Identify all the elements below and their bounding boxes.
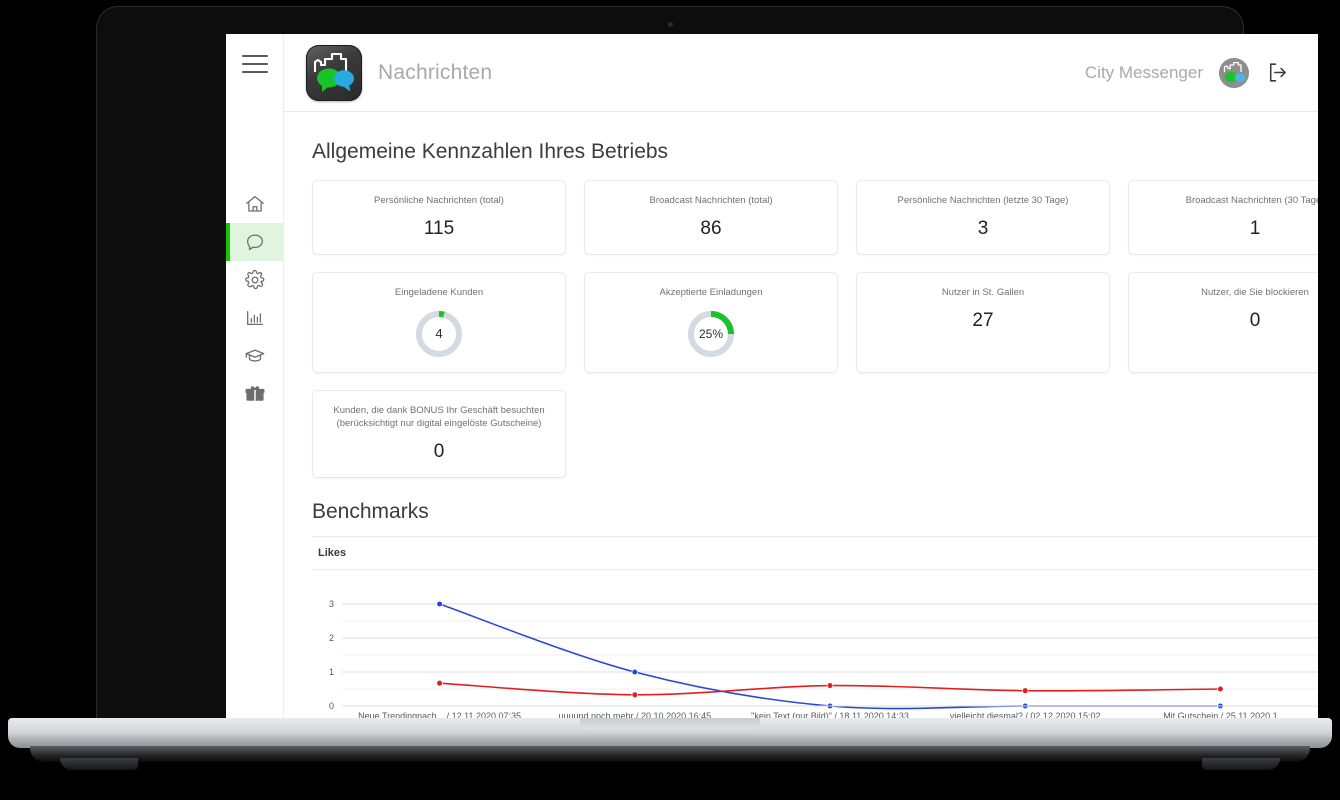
logout-icon[interactable] bbox=[1265, 60, 1290, 85]
kpi-label: Broadcast Nachrichten (30 Tage) bbox=[1185, 195, 1318, 206]
kpi-value: 0 bbox=[1249, 309, 1261, 331]
webcam-dot bbox=[667, 22, 673, 27]
kpi-card: Persönliche Nachrichten (letzte 30 Tage)… bbox=[856, 180, 1110, 255]
kpi-card-donut: Eingeladene Kunden 4 bbox=[312, 271, 566, 373]
laptop-base bbox=[8, 718, 1332, 748]
sidebar-item-home[interactable] bbox=[226, 185, 283, 223]
sidebar-nav bbox=[226, 185, 283, 413]
chart-data-point bbox=[436, 680, 443, 687]
y-tick-label: 3 bbox=[329, 599, 334, 609]
main-area: Nachrichten City Messenger Allgemeine Ke… bbox=[284, 34, 1318, 724]
user-avatar[interactable] bbox=[1219, 57, 1249, 88]
topbar: Nachrichten City Messenger bbox=[284, 34, 1318, 112]
kpi-card: Persönliche Nachrichten (total) 115 bbox=[312, 180, 566, 255]
donut-chart-invited: 4 bbox=[413, 308, 465, 360]
chat-bubble-icon bbox=[244, 231, 266, 253]
laptop-foot-left bbox=[60, 758, 138, 770]
kpi-card: Nutzer in St. Gallen 27 bbox=[856, 271, 1110, 373]
kpi-label: Kunden, die dank BONUS Ihr Geschäft besu… bbox=[333, 404, 545, 430]
graduation-cap-icon bbox=[244, 345, 266, 367]
kpi-value: 86 bbox=[700, 217, 722, 239]
y-tick-label: 0 bbox=[329, 701, 334, 711]
benchmarks-title: Benchmarks bbox=[312, 500, 429, 524]
sidebar-item-bonus[interactable] bbox=[226, 375, 283, 413]
brand: Nachrichten bbox=[306, 44, 493, 101]
kpi-label: Akzeptierte Einladungen bbox=[659, 286, 763, 298]
kpi-value: 27 bbox=[972, 309, 994, 331]
donut-value: 4 bbox=[435, 326, 443, 342]
kpi-label: Broadcast Nachrichten (total) bbox=[649, 195, 773, 206]
laptop-base-notch bbox=[580, 718, 760, 730]
kpi-card: Broadcast Nachrichten (30 Tage) 1 bbox=[1128, 180, 1318, 255]
sidebar-item-education[interactable] bbox=[226, 337, 283, 375]
donut-value: 25% bbox=[698, 326, 724, 341]
kpi-row-1: Persönliche Nachrichten (total) 115 Broa… bbox=[312, 180, 1318, 255]
kpi-label: Nutzer in St. Gallen bbox=[941, 286, 1025, 298]
benchmarks-table-header: Likes bbox=[312, 536, 1318, 571]
kpi-label: Persönliche Nachrichten (total) bbox=[374, 195, 504, 206]
chart-data-point bbox=[631, 691, 639, 699]
page-title: Nachrichten bbox=[378, 60, 493, 84]
laptop-base-shadow bbox=[30, 746, 1310, 762]
application-window: Nachrichten City Messenger Allgemeine Ke… bbox=[226, 34, 1318, 724]
city-messenger-app-icon bbox=[306, 44, 362, 101]
chart-data-point bbox=[1021, 687, 1029, 695]
sidebar-item-settings[interactable] bbox=[226, 261, 283, 299]
laptop-foot-right bbox=[1202, 758, 1280, 770]
laptop-lid: Nachrichten City Messenger Allgemeine Ke… bbox=[96, 6, 1318, 724]
kpi-value: 0 bbox=[433, 441, 445, 463]
menu-toggle-icon[interactable] bbox=[241, 55, 268, 73]
chart-data-point bbox=[1217, 685, 1224, 693]
kpi-label: Nutzer, die Sie blockieren bbox=[1201, 286, 1309, 298]
sidebar-item-messages[interactable] bbox=[226, 223, 283, 261]
kpi-card: Nutzer, die Sie blockieren 0 bbox=[1128, 271, 1318, 373]
kpi-card: Broadcast Nachrichten (total) 86 bbox=[584, 180, 838, 255]
donut-chart-accepted: 25% bbox=[685, 308, 737, 360]
likes-line-chart: 0 1 2 3 Neue Trendingnach... / 12.11.2020 07… bbox=[312, 596, 1318, 724]
sidebar-item-statistics[interactable] bbox=[226, 299, 283, 337]
kpi-value: 1 bbox=[1249, 217, 1261, 239]
kpi-value: 115 bbox=[423, 217, 455, 239]
y-tick-label: 1 bbox=[329, 667, 334, 677]
home-icon bbox=[244, 193, 266, 215]
chart-series-line bbox=[439, 603, 1221, 710]
kpi-row-2: Eingeladene Kunden 4 Akzeptierte Einladu… bbox=[312, 271, 1318, 373]
bar-chart-icon bbox=[244, 307, 266, 329]
y-tick-label: 2 bbox=[329, 633, 334, 643]
kpi-label: Eingeladene Kunden bbox=[394, 286, 484, 298]
sidebar bbox=[226, 34, 284, 724]
kpi-card-donut: Akzeptierte Einladungen 25% bbox=[584, 271, 838, 373]
kpi-row-3: Kunden, die dank BONUS Ihr Geschäft besu… bbox=[312, 389, 1318, 479]
user-name: City Messenger bbox=[1084, 62, 1203, 82]
chart-data-point bbox=[631, 668, 639, 676]
gift-icon bbox=[244, 383, 266, 405]
kpi-value: 3 bbox=[977, 217, 989, 239]
kpi-card: Kunden, die dank BONUS Ihr Geschäft besu… bbox=[312, 389, 566, 479]
chart-data-point bbox=[436, 600, 443, 608]
screenshot-stage: Nachrichten City Messenger Allgemeine Ke… bbox=[0, 0, 1340, 800]
dashboard-content: Allgemeine Kennzahlen Ihres Betriebs Per… bbox=[284, 112, 1318, 724]
gear-icon bbox=[244, 269, 266, 291]
chart-data-point bbox=[826, 682, 834, 689]
kpi-label: Persönliche Nachrichten (letzte 30 Tage) bbox=[897, 195, 1069, 206]
topbar-right: City Messenger bbox=[1084, 57, 1290, 88]
section-title: Allgemeine Kennzahlen Ihres Betriebs bbox=[312, 140, 669, 163]
laptop-screen: Nachrichten City Messenger Allgemeine Ke… bbox=[226, 34, 1318, 724]
